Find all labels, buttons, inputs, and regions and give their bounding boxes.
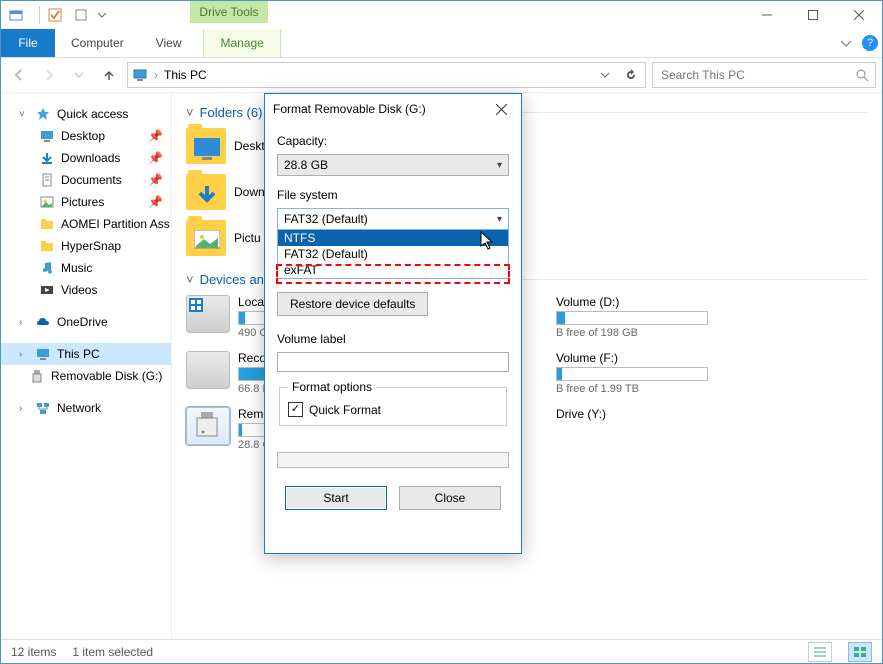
checkbox-icon: ✓ <box>288 402 303 417</box>
network-icon <box>35 400 51 416</box>
nav-videos[interactable]: Videos <box>1 279 171 301</box>
view-tiles-button[interactable] <box>848 642 872 662</box>
nav-this-pc[interactable]: ›This PC <box>1 343 171 365</box>
up-button[interactable] <box>97 63 121 87</box>
minimize-button[interactable] <box>744 1 790 29</box>
drive-volume-f[interactable]: Volume (F:)B free of 1.99 TB <box>556 351 786 395</box>
format-options-group: Format options ✓ Quick Format <box>279 380 507 426</box>
capacity-label: Capacity: <box>277 134 509 148</box>
format-dialog: Format Removable Disk (G:) Capacity: 28.… <box>264 93 522 554</box>
pin-icon: 📌 <box>148 195 163 209</box>
qat-dropdown-icon[interactable] <box>96 4 108 26</box>
pictures-icon <box>39 194 55 210</box>
dialog-close-btn[interactable]: Close <box>399 486 501 510</box>
back-button[interactable] <box>7 63 31 87</box>
volume-label-input[interactable] <box>277 352 509 372</box>
refresh-icon[interactable] <box>621 69 641 81</box>
pc-icon <box>132 67 148 83</box>
nav-removable-disk[interactable]: Removable Disk (G:) <box>1 365 171 387</box>
folder-icon <box>39 238 55 254</box>
pin-icon: 📌 <box>148 151 163 165</box>
start-button[interactable]: Start <box>285 486 387 510</box>
search-input[interactable] <box>659 67 856 83</box>
dialog-title: Format Removable Disk (G:) <box>273 102 426 116</box>
address-dropdown-icon[interactable] <box>595 71 615 79</box>
nav-onedrive[interactable]: ›OneDrive <box>1 311 171 333</box>
contextual-tab-drive-tools: Drive Tools <box>190 1 268 23</box>
status-item-count: 12 items <box>11 645 56 659</box>
fs-option-ntfs[interactable]: NTFS <box>278 230 508 246</box>
qat-separator <box>31 6 40 24</box>
fs-option-exfat[interactable]: exFAT <box>278 262 508 278</box>
close-button[interactable] <box>836 1 882 29</box>
search-box[interactable] <box>652 62 876 88</box>
pin-icon: 📌 <box>148 129 163 143</box>
format-progress-bar <box>277 452 509 468</box>
filesystem-dropdown-list: NTFS FAT32 (Default) exFAT <box>277 229 509 279</box>
pin-icon: 📌 <box>148 173 163 187</box>
fs-option-fat32[interactable]: FAT32 (Default) <box>278 246 508 262</box>
nav-network[interactable]: ›Network <box>1 397 171 419</box>
help-button[interactable]: ? <box>858 29 882 57</box>
dialog-close-button[interactable] <box>489 97 513 121</box>
filesystem-label: File system <box>277 188 509 202</box>
navigation-pane: ˅Quick access Desktop📌 Downloads📌 Docume… <box>1 93 172 639</box>
format-options-legend: Format options <box>288 380 376 394</box>
music-icon <box>39 260 55 276</box>
volume-label-label: Volume label <box>277 332 509 346</box>
tab-view[interactable]: View <box>140 29 198 57</box>
nav-aomei[interactable]: AOMEI Partition Ass <box>1 213 171 235</box>
nav-hypersnap[interactable]: HyperSnap <box>1 235 171 257</box>
drive-y[interactable]: Drive (Y:) <box>556 407 786 421</box>
address-bar[interactable]: › This PC <box>127 62 646 88</box>
usb-icon <box>29 368 45 384</box>
forward-button[interactable] <box>37 63 61 87</box>
search-icon <box>856 69 869 82</box>
nav-pictures[interactable]: Pictures📌 <box>1 191 171 213</box>
nav-music[interactable]: Music <box>1 257 171 279</box>
pc-icon <box>35 346 51 362</box>
address-text: This PC <box>164 68 589 82</box>
onedrive-icon <box>35 314 51 330</box>
nav-documents[interactable]: Documents📌 <box>1 169 171 191</box>
star-icon <box>35 106 51 122</box>
ribbon-expand-icon[interactable] <box>834 29 858 57</box>
drive-volume-d[interactable]: Volume (D:)B free of 198 GB <box>556 295 786 339</box>
nav-quick-access[interactable]: ˅Quick access <box>1 103 171 125</box>
capacity-dropdown[interactable]: 28.8 GB▾ <box>277 154 509 176</box>
status-bar: 12 items 1 item selected <box>1 639 882 663</box>
desktop-icon <box>39 128 55 144</box>
restore-defaults-button[interactable]: Restore device defaults <box>277 292 428 316</box>
videos-icon <box>39 282 55 298</box>
tab-file[interactable]: File <box>1 29 55 57</box>
maximize-button[interactable] <box>790 1 836 29</box>
folder-icon <box>39 216 55 232</box>
documents-icon <box>39 172 55 188</box>
view-details-button[interactable] <box>808 642 832 662</box>
qat-new-icon[interactable] <box>70 4 92 26</box>
nav-downloads[interactable]: Downloads📌 <box>1 147 171 169</box>
qat-properties-icon[interactable] <box>44 4 66 26</box>
tab-manage[interactable]: Manage <box>203 29 280 57</box>
recent-locations-icon[interactable] <box>67 63 91 87</box>
filesystem-dropdown[interactable]: FAT32 (Default)▾ NTFS FAT32 (Default) ex… <box>277 208 509 230</box>
qat-icon[interactable] <box>5 4 27 26</box>
nav-desktop[interactable]: Desktop📌 <box>1 125 171 147</box>
status-selected-count: 1 item selected <box>72 645 153 659</box>
tab-computer[interactable]: Computer <box>55 29 140 57</box>
downloads-icon <box>39 150 55 166</box>
quick-format-checkbox[interactable]: ✓ Quick Format <box>288 402 498 417</box>
